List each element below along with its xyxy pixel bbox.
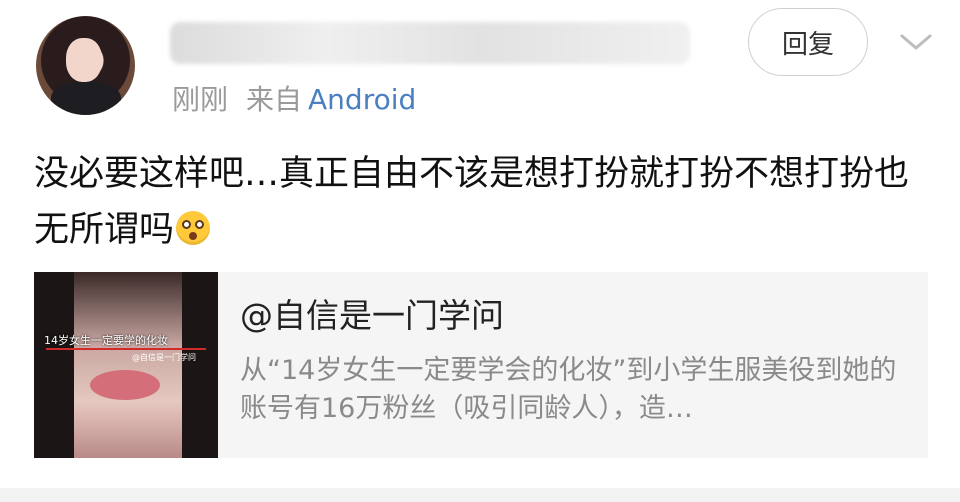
quoted-post-card[interactable]: 14岁女生一定要学的化妆 @自信是一门学问 @自信是一门学问 从“14岁女生一定… [34,272,928,458]
avatar-face [66,38,102,82]
avatar-body [51,82,121,115]
bottom-divider [0,488,960,502]
thumbnail-caption: 14岁女生一定要学的化妆 [44,334,168,347]
thumbnail-watermark: @自信是一门学问 [132,353,196,362]
post-meta: 刚刚 来自 Android [172,82,416,118]
post-from-label: 来自 [246,83,303,116]
thumbnail-underline [46,348,206,350]
username-blurred[interactable] [170,22,690,64]
thumbnail-lips [90,370,160,400]
card-thumbnail[interactable]: 14岁女生一定要学的化妆 @自信是一门学问 [34,272,218,458]
post-time: 刚刚 [172,83,229,116]
card-description: 从“14岁女生一定要学会的化妆”到小学生服美役到她的账号有16万粉丝（吸引同龄人… [240,355,897,424]
flushed-face-emoji-icon [176,211,211,245]
reply-button[interactable]: 回复 [748,8,868,76]
chevron-down-icon[interactable] [896,28,936,56]
card-title[interactable]: @自信是一门学问 [240,294,900,338]
card-body: @自信是一门学问 从“14岁女生一定要学会的化妆”到小学生服美役到她的账号有16… [218,272,900,458]
post-content: 没必要这样吧…真正自由不该是想打扮就打扮不想打扮也无所谓吗 [34,146,934,258]
user-avatar[interactable] [36,16,135,115]
post-source-link[interactable]: Android [308,82,416,118]
post-content-text: 没必要这样吧…真正自由不该是想打扮就打扮不想打扮也无所谓吗 [34,154,910,250]
